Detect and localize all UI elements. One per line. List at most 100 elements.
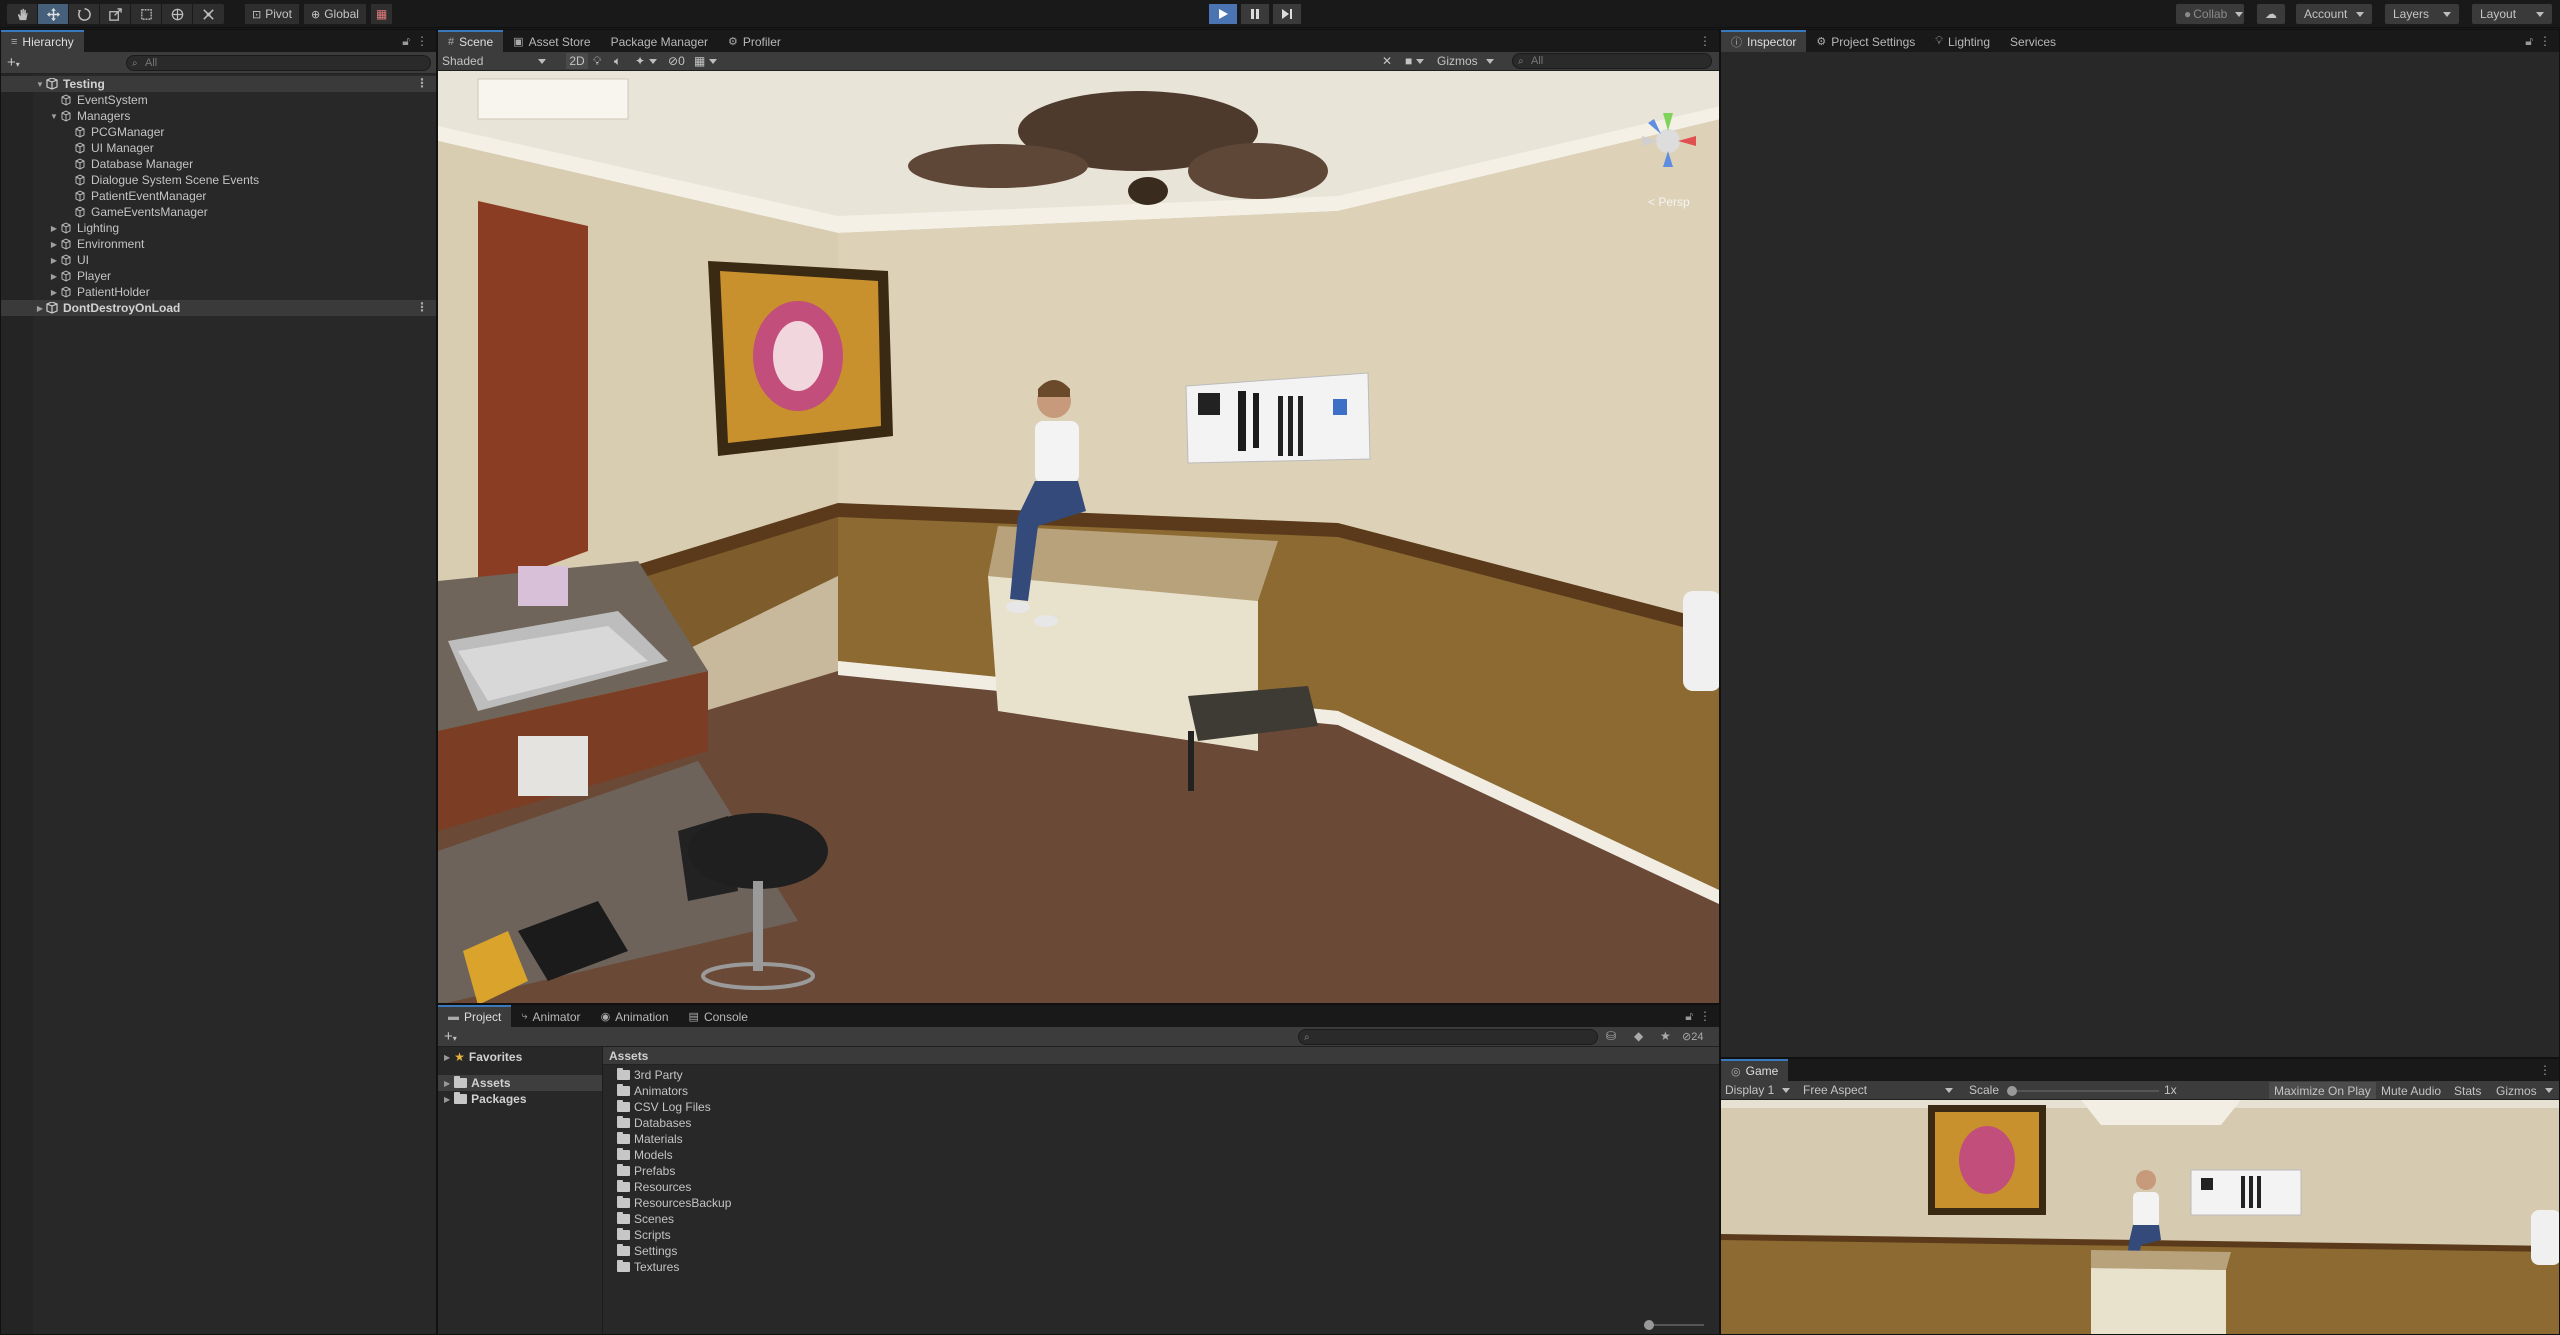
mute-audio-toggle[interactable]: Mute Audio — [2376, 1082, 2446, 1099]
asset-folder-item[interactable]: Scenes — [617, 1211, 1719, 1227]
pivot-toggle[interactable]: ⊡ Pivot — [244, 3, 300, 25]
asset-folder-item[interactable]: Materials — [617, 1131, 1719, 1147]
scene-audio-toggle[interactable]: 🔈︎ — [614, 53, 621, 69]
mode-2d-toggle[interactable]: 2D — [566, 53, 588, 69]
tab-lighting[interactable]: 💡︎ Lighting — [1925, 31, 2000, 52]
chevron-down-icon[interactable]: ▼ — [35, 80, 45, 89]
pause-button[interactable] — [1240, 3, 1270, 25]
asset-folder-item[interactable]: Resources — [617, 1179, 1719, 1195]
hierarchy-scene-row[interactable]: ▼ Testing ⋮ — [1, 76, 436, 92]
filter-by-type-icon[interactable]: ⛁ — [1606, 1029, 1616, 1043]
shading-mode-dropdown[interactable]: Shaded — [442, 53, 552, 69]
lock-icon[interactable]: 🔓︎ — [1685, 1009, 1693, 1024]
kebab-menu-icon[interactable]: ⋮ — [416, 76, 428, 90]
hierarchy-item[interactable]: PCGManager — [1, 124, 436, 140]
icon-size-slider[interactable] — [1644, 1320, 1704, 1330]
maximize-on-play-toggle[interactable]: Maximize On Play — [2269, 1082, 2376, 1099]
tab-console[interactable]: ▤ Console — [679, 1006, 758, 1027]
cloud-button[interactable]: ☁ — [2256, 3, 2286, 25]
chevron-right-icon[interactable]: ▶ — [49, 240, 59, 249]
hierarchy-item[interactable]: ▶ Player — [1, 268, 436, 284]
move-tool-icon[interactable] — [38, 4, 69, 24]
tab-scene[interactable]: # Scene — [438, 30, 504, 52]
hierarchy-item[interactable]: ▼ Managers — [1, 108, 436, 124]
asset-folder-item[interactable]: Prefabs — [617, 1163, 1719, 1179]
assets-breadcrumb[interactable]: Assets — [603, 1047, 1719, 1065]
asset-folder-item[interactable]: Scripts — [617, 1227, 1719, 1243]
hierarchy-item[interactable]: ▶ PatientHolder — [1, 284, 436, 300]
hierarchy-item[interactable]: Dialogue System Scene Events — [1, 172, 436, 188]
kebab-menu-icon[interactable]: ⋮ — [416, 34, 428, 49]
tab-game[interactable]: ◎ Game — [1721, 1059, 1789, 1081]
layout-dropdown[interactable]: Layout — [2471, 3, 2553, 25]
hierarchy-item[interactable]: ▶ UI — [1, 252, 436, 268]
hidden-packages-toggle[interactable]: ⊘24 — [1682, 1030, 1703, 1043]
scene-panel-menu[interactable]: ⋮ — [1699, 34, 1711, 48]
asset-folder-item[interactable]: Settings — [617, 1243, 1719, 1259]
rotate-tool-icon[interactable] — [69, 4, 100, 24]
hand-tool-icon[interactable] — [7, 4, 38, 24]
transform-tool-icon[interactable] — [162, 4, 193, 24]
scene-effects-dropdown[interactable]: ✦ — [635, 53, 658, 69]
asset-folder-item[interactable]: Textures — [617, 1259, 1719, 1275]
scale-slider[interactable] — [2007, 1086, 2159, 1096]
display-dropdown[interactable]: Display 1 — [1725, 1083, 1791, 1097]
chevron-down-icon[interactable]: ▼ — [49, 112, 59, 121]
scene-search-input[interactable]: ⌕ All — [1512, 53, 1712, 69]
project-search-input[interactable]: ⌕ — [1298, 1029, 1598, 1045]
hierarchy-search-input[interactable]: ⌕ All — [126, 55, 431, 71]
layers-dropdown[interactable]: Layers — [2384, 3, 2460, 25]
kebab-menu-icon[interactable]: ⋮ — [2539, 1063, 2551, 1077]
tab-asset-store[interactable]: ▣ Asset Store — [503, 31, 600, 52]
asset-folder-item[interactable]: Models — [617, 1147, 1719, 1163]
gizmos-dropdown[interactable]: Gizmos — [1437, 53, 1494, 69]
tab-animation[interactable]: ◉ Animation — [591, 1006, 679, 1027]
game-panel-menu[interactable]: ⋮ — [2539, 1063, 2551, 1077]
tab-project[interactable]: ▬ Project — [438, 1005, 512, 1027]
tab-profiler[interactable]: ⚙ Profiler — [718, 31, 791, 52]
asset-folder-item[interactable]: ResourcesBackup — [617, 1195, 1719, 1211]
global-toggle[interactable]: ⊕ Global — [303, 3, 367, 25]
hierarchy-item[interactable]: UI Manager — [1, 140, 436, 156]
grid-dropdown[interactable]: ▦ — [694, 53, 718, 69]
tab-inspector[interactable]: ⓘ Inspector — [1721, 30, 1807, 52]
account-dropdown[interactable]: Account — [2295, 3, 2373, 25]
kebab-menu-icon[interactable]: ⋮ — [416, 300, 428, 314]
hierarchy-item[interactable]: ▶ Lighting — [1, 220, 436, 236]
hierarchy-item[interactable]: PatientEventManager — [1, 188, 436, 204]
asset-folder-item[interactable]: CSV Log Files — [617, 1099, 1719, 1115]
hierarchy-item[interactable]: Database Manager — [1, 156, 436, 172]
step-button[interactable] — [1272, 3, 1302, 25]
tab-animator[interactable]: ⤷ Animator — [511, 1006, 590, 1027]
scale-slider-thumb[interactable] — [2007, 1086, 2017, 1096]
aspect-dropdown[interactable]: Free Aspect — [1803, 1083, 1953, 1097]
hierarchy-item[interactable]: ▶ Environment — [1, 236, 436, 252]
scene-viewport[interactable]: < Persp — [438, 71, 1719, 1003]
hierarchy-panel-menu[interactable]: 🔓︎ ⋮ — [402, 34, 428, 49]
kebab-menu-icon[interactable]: ⋮ — [1699, 34, 1711, 48]
favorite-star-icon[interactable]: ★ — [1660, 1029, 1671, 1043]
tools-toggle[interactable]: ✕ — [1382, 53, 1392, 69]
tab-package-manager[interactable]: Package Manager — [601, 31, 718, 52]
asset-folder-item[interactable]: Animators — [617, 1083, 1719, 1099]
custom-tool-icon[interactable] — [193, 4, 224, 24]
game-viewport[interactable] — [1721, 1100, 2559, 1334]
scale-tool-icon[interactable] — [100, 4, 131, 24]
tree-favorites[interactable]: ▶ ★ Favorites — [438, 1049, 602, 1065]
snap-grid-button[interactable]: ▦ — [370, 3, 394, 25]
chevron-right-icon[interactable]: ▶ — [35, 304, 45, 313]
chevron-right-icon[interactable]: ▶ — [49, 272, 59, 281]
chevron-right-icon[interactable]: ▶ — [49, 288, 59, 297]
asset-folder-item[interactable]: Databases — [617, 1115, 1719, 1131]
scene-lighting-toggle[interactable]: 💡︎ — [593, 53, 601, 69]
chevron-right-icon[interactable]: ▶ — [49, 256, 59, 265]
tab-services[interactable]: Services — [2000, 31, 2066, 52]
create-button[interactable]: +▾ — [7, 54, 20, 71]
hierarchy-item[interactable]: EventSystem — [1, 92, 436, 108]
game-gizmos-dropdown[interactable]: Gizmos — [2491, 1082, 2558, 1099]
tree-assets[interactable]: ▶ Assets — [438, 1075, 602, 1091]
inspector-panel-menu[interactable]: 🔓︎ ⋮ — [2525, 34, 2551, 49]
persp-label[interactable]: < Persp — [1648, 195, 1690, 209]
camera-dropdown[interactable]: ■ — [1405, 53, 1425, 69]
play-button[interactable] — [1208, 3, 1238, 25]
